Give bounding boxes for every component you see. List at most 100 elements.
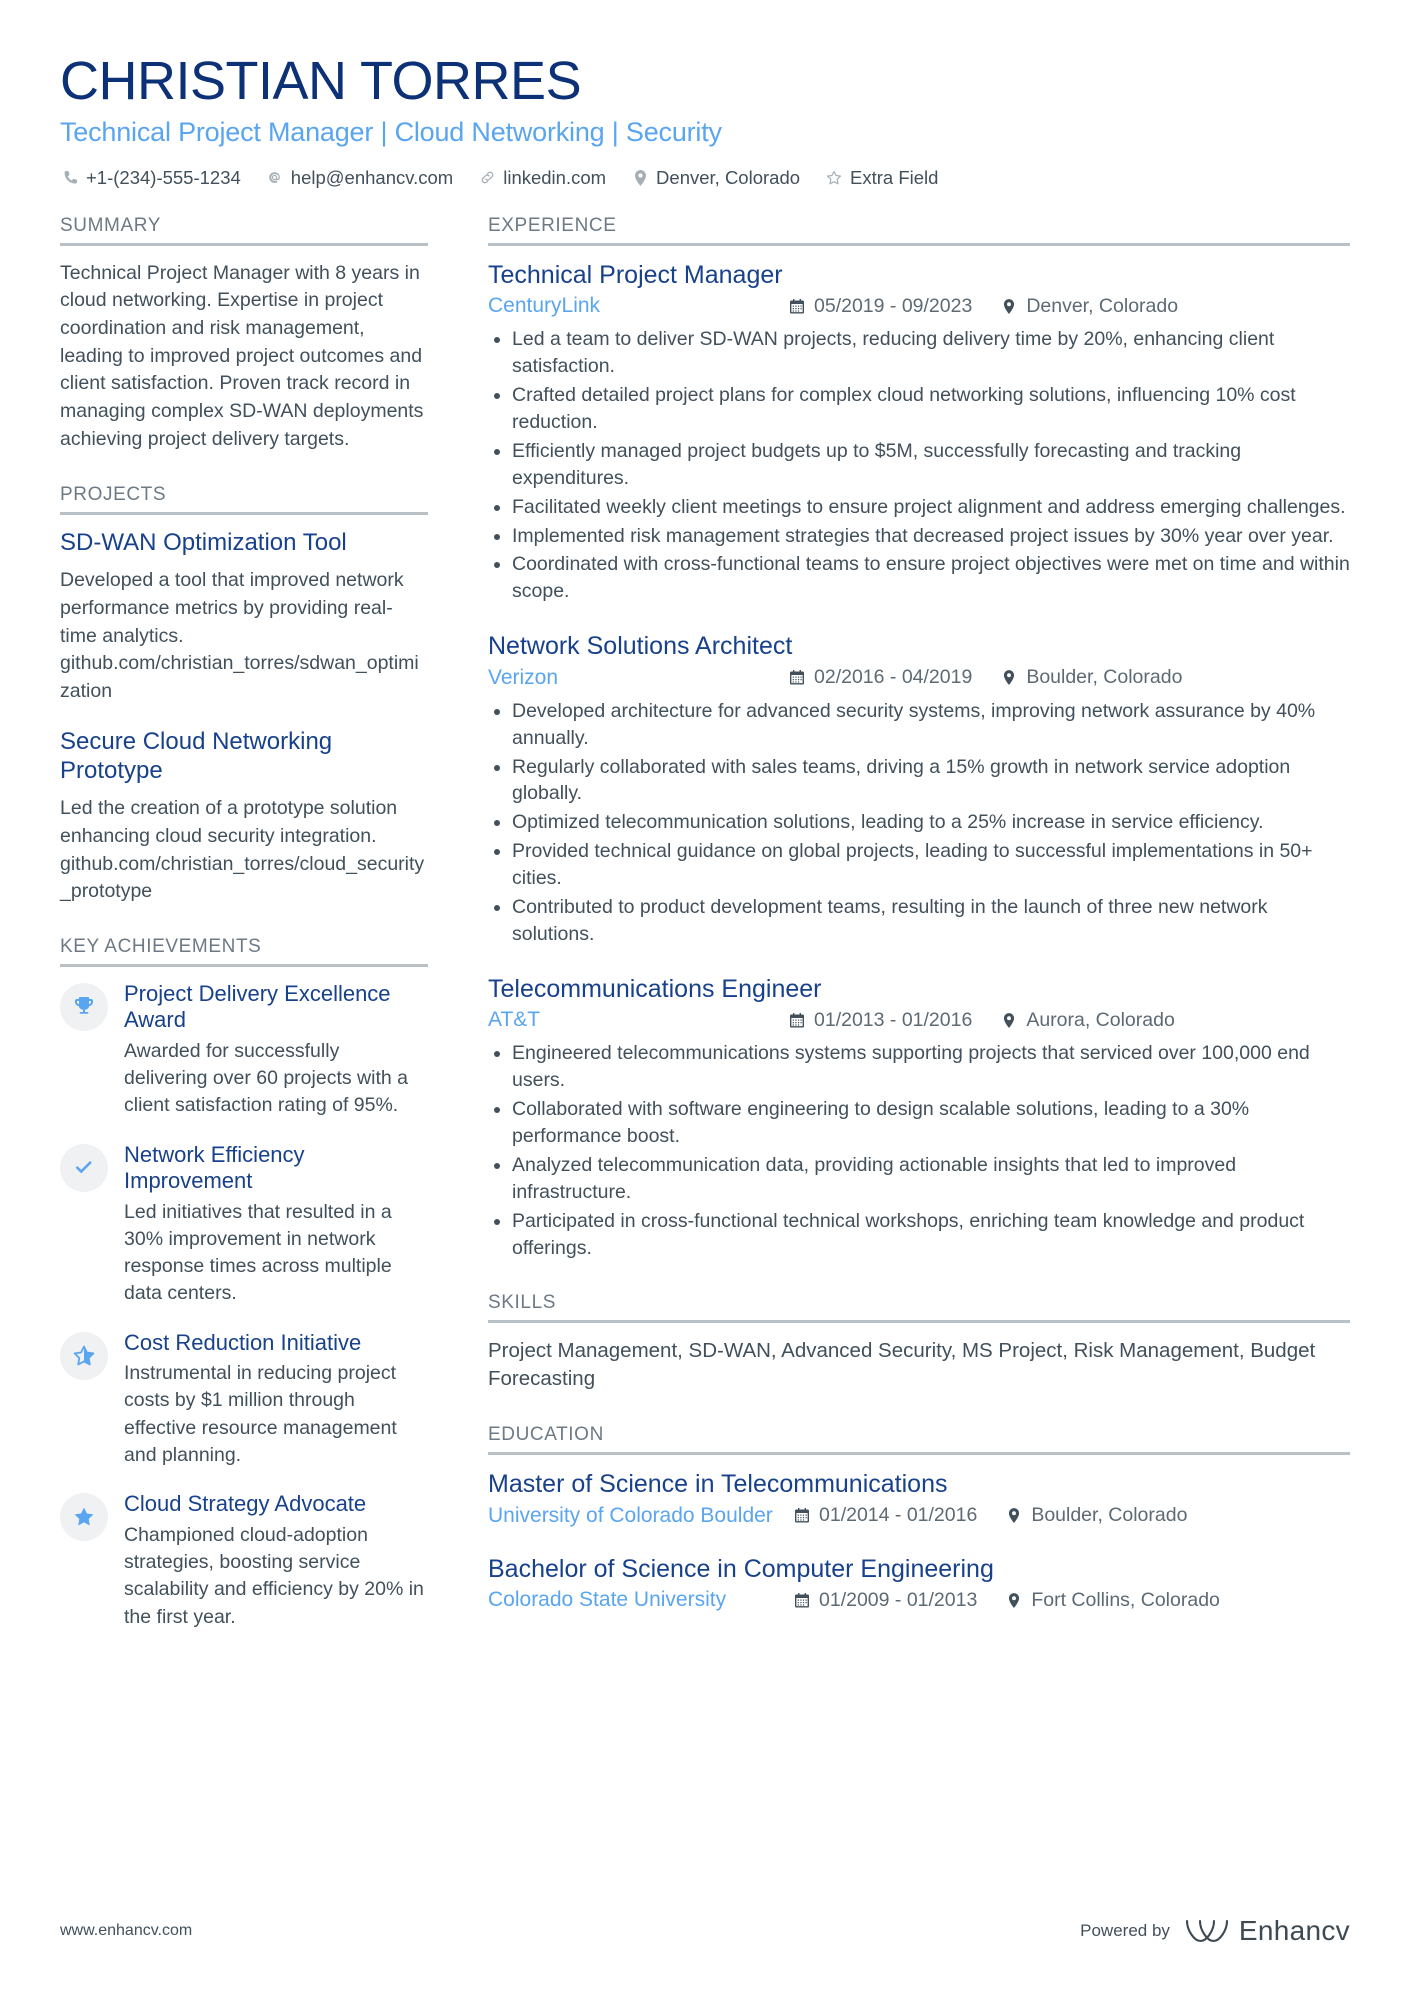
project-title[interactable]: SD-WAN Optimization Tool	[60, 529, 428, 558]
degree-title: Bachelor of Science in Computer Engineer…	[488, 1554, 994, 1583]
location-icon	[1000, 298, 1018, 314]
footer-brand: Powered by Enhancv	[1080, 1915, 1350, 1947]
education-item: Bachelor of Science in Computer Engineer…	[488, 1554, 1350, 1613]
job-meta: CenturyLink 05/2019 - 09/2023 Denver, Co…	[488, 294, 1350, 318]
contact-email[interactable]: help@enhancv.com	[265, 167, 453, 189]
job-meta: Verizon 02/2016 - 04/2019 Boulder, Color…	[488, 666, 1350, 690]
achievement-description: Led initiatives that resulted in a 30% i…	[124, 1200, 392, 1305]
company-name[interactable]: Verizon	[488, 666, 788, 690]
location-icon	[630, 169, 650, 187]
education-meta: University of Colorado Boulder 01/2014 -…	[488, 1504, 1350, 1528]
left-column: SUMMARY Technical Project Manager with 8…	[60, 215, 452, 1661]
education-location: Fort Collins, Colorado	[1005, 1589, 1220, 1612]
section-title-experience: EXPERIENCE	[488, 215, 1350, 246]
calendar-icon	[788, 298, 806, 314]
achievement-item: Cloud Strategy Advocate Championed cloud…	[60, 1491, 428, 1631]
project-description: Developed a tool that improved network p…	[60, 569, 419, 703]
job-bullet: Efficiently managed project budgets up t…	[488, 438, 1350, 492]
section-skills: SKILLS Project Management, SD-WAN, Advan…	[488, 1292, 1350, 1394]
job-bullet: Collaborated with software engineering t…	[488, 1096, 1350, 1150]
calendar-icon	[788, 670, 806, 685]
section-education: EDUCATION Master of Science in Telecommu…	[488, 1424, 1350, 1612]
job-bullet: Crafted detailed project plans for compl…	[488, 382, 1350, 436]
resume-header: CHRISTIAN TORRES Technical Project Manag…	[60, 52, 1350, 189]
section-key-achievements: KEY ACHIEVEMENTS Project Delivery Excell…	[60, 936, 428, 1631]
job-dates: 01/2013 - 01/2016	[788, 1009, 972, 1032]
job-location: Aurora, Colorado	[1000, 1009, 1175, 1032]
job-location-text: Boulder, Colorado	[1026, 666, 1183, 689]
job-bullet: Participated in cross-functional technic…	[488, 1208, 1350, 1262]
job-bullets: Led a team to deliver SD-WAN projects, r…	[488, 326, 1350, 605]
job-dates-text: 01/2013 - 01/2016	[814, 1008, 973, 1031]
job-bullet: Implemented risk management strategies t…	[488, 523, 1350, 550]
job-bullets: Developed architecture for advanced secu…	[488, 698, 1350, 948]
job-bullet: Led a team to deliver SD-WAN projects, r…	[488, 326, 1350, 380]
section-experience: EXPERIENCE Technical Project Manager Cen…	[488, 215, 1350, 1262]
job-bullet: Regularly collaborated with sales teams,…	[488, 754, 1350, 808]
education-item: Master of Science in Telecommunications …	[488, 1469, 1350, 1528]
location-icon	[1005, 1592, 1023, 1608]
section-title-key-achievements: KEY ACHIEVEMENTS	[60, 936, 428, 968]
calendar-icon	[788, 1012, 806, 1028]
powered-by-label: Powered by	[1080, 1921, 1170, 1940]
education-meta: Colorado State University 01/2009 - 01/2…	[488, 1588, 1350, 1612]
education-dates-text: 01/2014 - 01/2016	[819, 1504, 978, 1527]
school-name[interactable]: Colorado State University	[488, 1588, 793, 1612]
section-summary: SUMMARY Technical Project Manager with 8…	[60, 215, 428, 454]
achievement-title: Cost Reduction Initiative	[124, 1329, 362, 1355]
job-location-text: Aurora, Colorado	[1026, 1008, 1175, 1031]
experience-item: Telecommunications Engineer AT&T 01/2013…	[488, 974, 1350, 1262]
resume-body: SUMMARY Technical Project Manager with 8…	[60, 215, 1350, 1661]
achievement-item: Project Delivery Excellence Award Awarde…	[60, 981, 428, 1120]
project-title[interactable]: Secure Cloud Networking Prototype	[60, 728, 428, 786]
project-item: Secure Cloud Networking Prototype Led th…	[60, 728, 428, 906]
half-star-icon	[60, 1331, 108, 1380]
section-title-education: EDUCATION	[488, 1424, 1350, 1456]
job-bullets: Engineered telecommunications systems su…	[488, 1040, 1350, 1261]
job-dates: 02/2016 - 04/2019	[788, 666, 972, 689]
candidate-name: CHRISTIAN TORRES	[60, 51, 582, 111]
email-icon	[265, 169, 285, 187]
experience-item: Network Solutions Architect Verizon 02/2…	[488, 631, 1350, 948]
job-bullet: Engineered telecommunications systems su…	[488, 1040, 1350, 1094]
job-bullet: Analyzed telecommunication data, providi…	[488, 1152, 1350, 1206]
company-name[interactable]: AT&T	[488, 1008, 788, 1032]
contact-email-text: help@enhancv.com	[290, 166, 454, 188]
section-title-skills: SKILLS	[488, 1292, 1350, 1323]
job-dates: 05/2019 - 09/2023	[788, 295, 972, 318]
job-bullet: Facilitated weekly client meetings to en…	[488, 494, 1350, 521]
section-title-summary: SUMMARY	[60, 215, 428, 246]
candidate-headline: Technical Project Manager | Cloud Networ…	[60, 117, 722, 148]
job-location: Boulder, Colorado	[1000, 666, 1182, 689]
contact-link[interactable]: linkedin.com	[477, 167, 606, 189]
contact-extra-field-text: Extra Field	[850, 166, 939, 188]
job-bullet: Contributed to product development teams…	[488, 894, 1350, 948]
job-bullet: Coordinated with cross-functional teams …	[488, 551, 1350, 605]
contact-phone[interactable]: +1-(234)-555-1234	[60, 167, 241, 189]
achievement-item: Cost Reduction Initiative Instrumental i…	[60, 1330, 428, 1470]
education-location: Boulder, Colorado	[1005, 1504, 1187, 1527]
achievement-title: Network Efficiency Improvement	[124, 1141, 305, 1194]
school-name[interactable]: University of Colorado Boulder	[488, 1504, 793, 1528]
achievement-title: Cloud Strategy Advocate	[124, 1491, 367, 1517]
location-icon	[1000, 670, 1018, 686]
achievement-description: Instrumental in reducing project costs b…	[124, 1362, 397, 1467]
achievement-title: Project Delivery Excellence Award	[124, 981, 391, 1033]
star-outline-icon	[824, 169, 844, 187]
education-location-text: Fort Collins, Colorado	[1031, 1588, 1220, 1611]
education-location-text: Boulder, Colorado	[1031, 1504, 1188, 1527]
company-name[interactable]: CenturyLink	[488, 294, 788, 318]
star-icon	[60, 1493, 108, 1542]
job-title: Telecommunications Engineer	[488, 974, 822, 1003]
location-icon	[1005, 1508, 1023, 1523]
achievement-description: Awarded for successfully delivering over…	[124, 1039, 408, 1117]
job-dates-text: 05/2019 - 09/2023	[814, 294, 973, 317]
link-icon	[477, 169, 497, 187]
footer-url[interactable]: www.enhancv.com	[60, 1922, 192, 1940]
contact-extra-field[interactable]: Extra Field	[824, 167, 938, 189]
contact-location[interactable]: Denver, Colorado	[630, 167, 800, 189]
location-icon	[1000, 1013, 1018, 1028]
experience-item: Technical Project Manager CenturyLink 05…	[488, 260, 1350, 606]
enhancv-logo: Enhancv	[1184, 1915, 1350, 1947]
degree-title: Master of Science in Telecommunications	[488, 1470, 948, 1499]
